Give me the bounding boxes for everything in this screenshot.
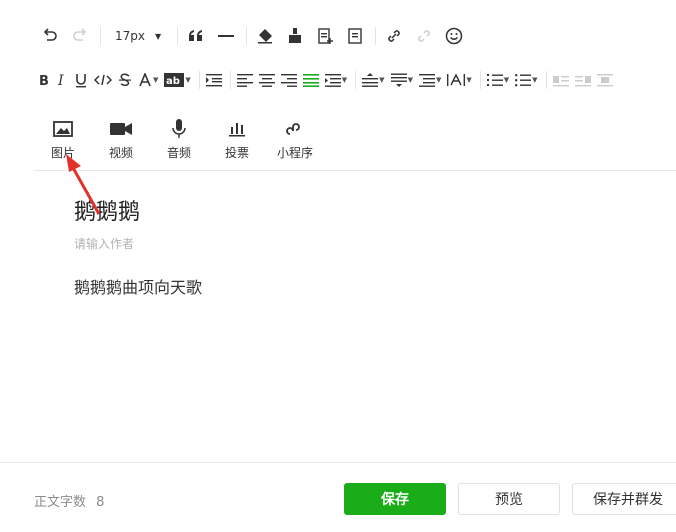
word-count-value: 8	[96, 495, 105, 510]
media-toolbar: 图片 视频 音频 投票 小程序	[34, 118, 324, 161]
toolbar-separator	[375, 27, 377, 45]
toolbar-separator	[100, 27, 101, 45]
preview-button[interactable]: 预览	[458, 483, 560, 515]
toolbar-separator	[229, 71, 231, 89]
chevron-down-icon: ▼	[185, 76, 191, 84]
chevron-down-icon: ▼	[503, 76, 510, 84]
chevron-down-icon: ▼	[532, 76, 538, 84]
float-none-icon[interactable]	[596, 68, 613, 92]
insert-template-icon[interactable]	[313, 24, 337, 48]
format-painter-icon[interactable]	[283, 24, 307, 48]
chevron-down-icon: ▼	[466, 76, 472, 84]
media-label-mini-program: 小程序	[276, 146, 313, 160]
unordered-list-icon[interactable]: ▼	[515, 68, 538, 92]
word-count: 正文字数 8	[34, 491, 104, 510]
font-color-icon[interactable]: ▼	[138, 68, 158, 92]
ordered-list-icon[interactable]: ▼	[486, 68, 510, 92]
align-left-icon[interactable]	[236, 68, 253, 92]
svg-text:ab: ab	[166, 76, 180, 87]
horizontal-rule-icon[interactable]	[214, 24, 238, 48]
align-center-icon[interactable]	[258, 68, 275, 92]
svg-text:B: B	[39, 74, 49, 87]
toolbar-separator	[246, 27, 248, 45]
paragraph-spacing-before-icon[interactable]: ▼	[362, 68, 385, 92]
undo-icon[interactable]	[38, 24, 62, 48]
float-left-icon[interactable]	[552, 68, 569, 92]
quote-icon[interactable]	[184, 24, 208, 48]
vote-icon	[229, 118, 245, 140]
italic-icon[interactable]: I	[56, 68, 68, 92]
chevron-down-icon: ▼	[155, 31, 162, 41]
media-label-audio: 音频	[166, 146, 191, 160]
toolbar-separator	[545, 71, 547, 89]
chevron-down-icon: ▼	[435, 76, 442, 84]
paragraph-spacing-after-icon[interactable]: ▼	[390, 68, 413, 92]
highlight-color-icon[interactable]: ab ▼	[164, 68, 191, 92]
toolbar-separator	[177, 27, 179, 45]
indent-icon[interactable]	[205, 68, 222, 92]
insert-audio-button[interactable]: 音频	[150, 118, 208, 161]
align-right-icon[interactable]	[280, 68, 297, 92]
strikethrough-icon[interactable]	[118, 68, 132, 92]
underline-icon[interactable]	[74, 68, 88, 92]
svg-text:I: I	[57, 73, 64, 87]
toolbar-separator	[355, 71, 357, 89]
emoji-icon[interactable]	[442, 24, 466, 48]
video-icon	[110, 118, 132, 140]
align-justify-icon[interactable]	[302, 68, 319, 92]
media-label-image: 图片	[50, 146, 75, 160]
article-title[interactable]: 鹅鹅鹅	[74, 194, 140, 226]
document-icon[interactable]	[343, 24, 367, 48]
footer-divider	[0, 462, 676, 463]
word-count-label: 正文字数	[34, 495, 87, 510]
save-button[interactable]: 保存	[344, 483, 446, 515]
unlink-icon[interactable]	[412, 24, 436, 48]
article-body[interactable]: 鹅鹅鹅曲项向天歌	[74, 274, 202, 298]
font-size-value: 17px	[115, 29, 145, 43]
author-input[interactable]: 请输入作者	[74, 235, 134, 252]
letter-spacing-icon[interactable]: ▼	[447, 68, 472, 92]
microphone-icon	[172, 118, 186, 140]
float-right-icon[interactable]	[574, 68, 591, 92]
insert-vote-button[interactable]: 投票	[208, 118, 266, 161]
code-icon[interactable]	[94, 68, 112, 92]
insert-mini-program-button[interactable]: 小程序	[266, 118, 324, 161]
media-label-vote: 投票	[224, 146, 249, 160]
redo-icon[interactable]	[68, 24, 92, 48]
eraser-icon[interactable]	[253, 24, 277, 48]
toolbar-divider	[34, 170, 676, 171]
indent-options-icon[interactable]: ▼	[324, 68, 348, 92]
line-height-icon[interactable]: ▼	[418, 68, 442, 92]
toolbar-separator	[198, 71, 200, 89]
mini-program-icon	[286, 118, 304, 140]
media-label-video: 视频	[108, 146, 133, 160]
chevron-down-icon: ▼	[407, 76, 413, 84]
bold-icon[interactable]: B	[38, 68, 50, 92]
toolbar-row-2: B I ▼ ab ▼ ▼ ▼ ▼ ▼ ▼ ▼ ▼	[38, 66, 619, 94]
chevron-down-icon: ▼	[153, 76, 159, 84]
chevron-down-icon: ▼	[379, 76, 385, 84]
link-icon[interactable]	[382, 24, 406, 48]
insert-image-button[interactable]: 图片	[34, 118, 92, 161]
chevron-down-icon: ▼	[341, 76, 348, 84]
save-and-send-button[interactable]: 保存并群发	[572, 483, 676, 515]
image-icon	[53, 118, 73, 140]
insert-video-button[interactable]: 视频	[92, 118, 150, 161]
toolbar-separator	[479, 71, 481, 89]
toolbar-row-1: 17px ▼	[38, 22, 472, 50]
font-size-select[interactable]: 17px ▼	[107, 29, 169, 43]
